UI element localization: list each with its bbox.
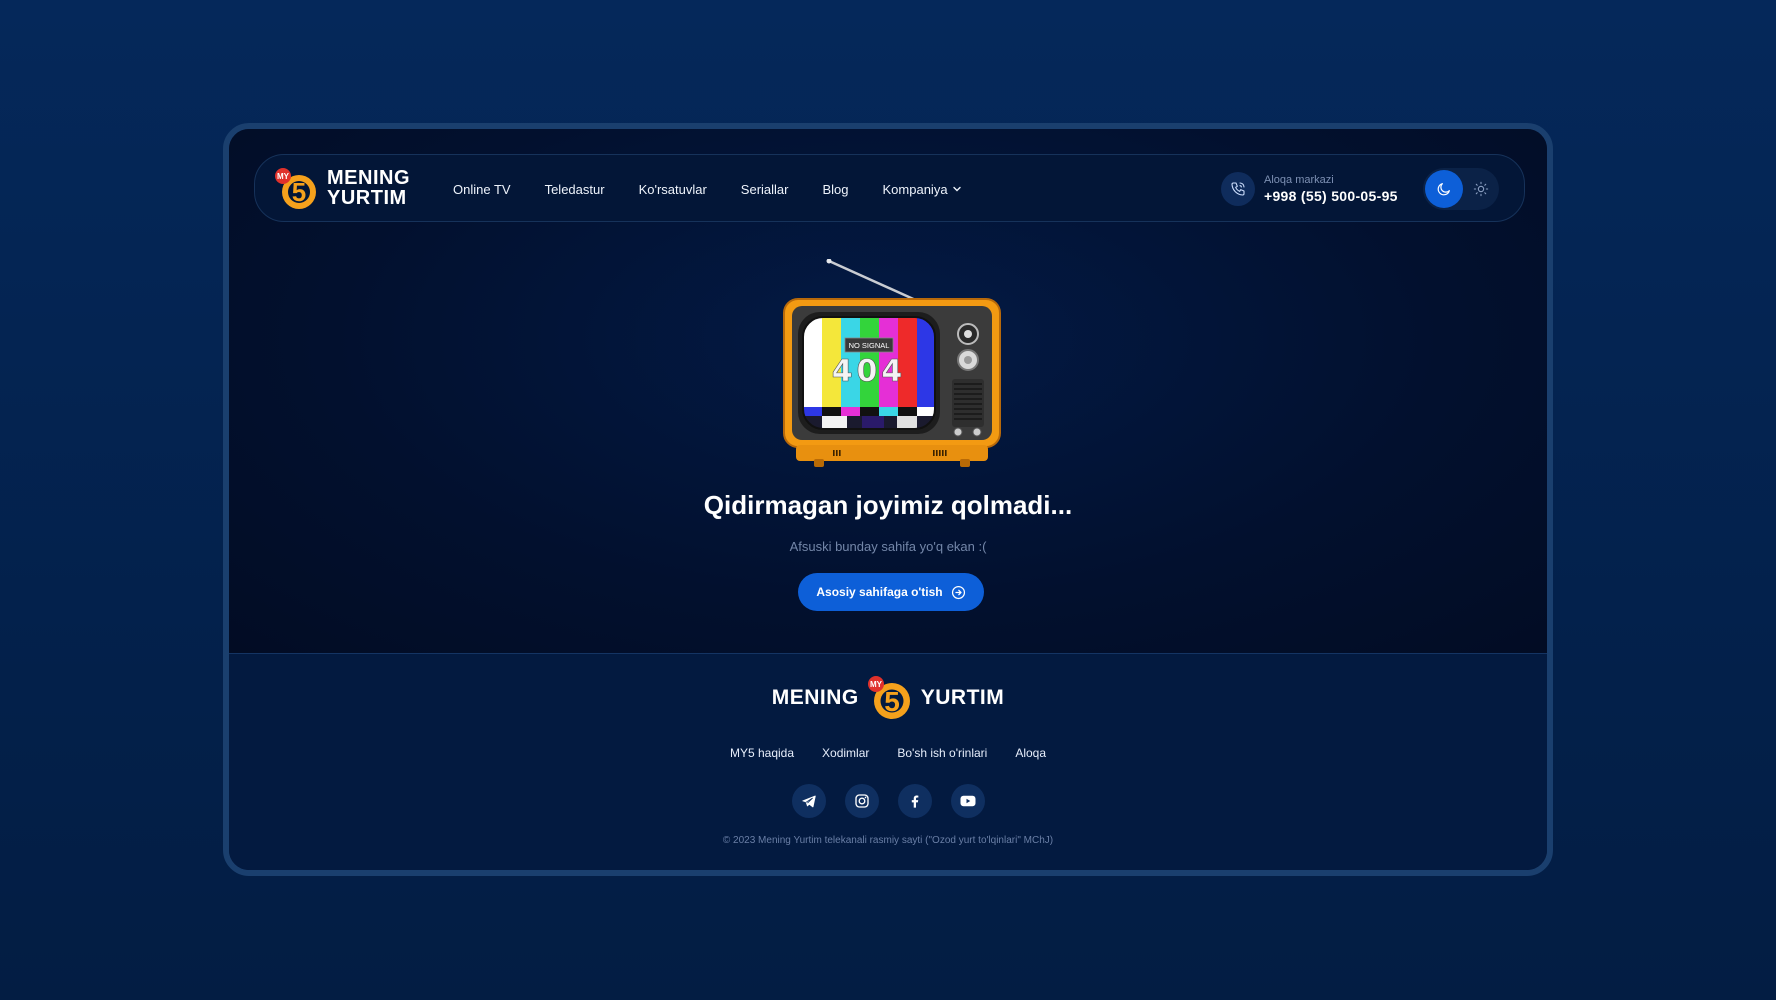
- svg-text:MY: MY: [277, 172, 290, 181]
- error-subtitle: Afsuski bunday sahifa yo'q ekan :(: [789, 539, 987, 554]
- footer-link-vacancies[interactable]: Bo'sh ish o'rinlari: [897, 746, 987, 760]
- svg-text:NO SIGNAL: NO SIGNAL: [849, 341, 890, 350]
- my5-logo-icon: 5 MY: [275, 168, 316, 209]
- theme-toggle: [1423, 168, 1499, 210]
- nav-item-seriallar[interactable]: Seriallar: [741, 182, 789, 197]
- navbar: 5 MY MENING YURTIM Online TV Teledastur …: [254, 154, 1525, 222]
- nav-item-korsatuvlar[interactable]: Ko'rsatuvlar: [639, 182, 707, 197]
- error-title: Qidirmagan joyimiz qolmadi...: [703, 490, 1073, 520]
- instagram-icon: [854, 794, 869, 808]
- youtube-icon: [960, 795, 975, 807]
- footer-logo-left: MENING: [771, 686, 859, 709]
- telegram-icon: [801, 795, 816, 808]
- nav-item-teledastur[interactable]: Teledastur: [545, 182, 605, 197]
- facebook-icon: [911, 795, 918, 808]
- main-area: 5 MY MENING YURTIM Online TV Teledastur …: [229, 129, 1547, 653]
- footer-link-staff[interactable]: Xodimlar: [822, 746, 869, 760]
- main-nav: Online TV Teledastur Ko'rsatuvlar Serial…: [453, 155, 961, 223]
- go-home-button[interactable]: Asosiy sahifaga o'tish: [798, 573, 984, 611]
- logo-line-2: YURTIM: [327, 187, 407, 209]
- nav-item-online-tv[interactable]: Online TV: [453, 182, 511, 197]
- my5-logo-icon: 5 MY: [867, 676, 910, 719]
- instagram-button[interactable]: [844, 784, 879, 818]
- copyright: © 2023 Mening Yurtim telekanali rasmiy s…: [722, 835, 1054, 846]
- arrow-right-circle-icon: [951, 585, 965, 599]
- svg-text:5: 5: [292, 177, 306, 207]
- dark-mode-button[interactable]: [1425, 170, 1463, 208]
- browser-frame: 5 MY MENING YURTIM Online TV Teledastur …: [223, 123, 1553, 876]
- logo-wordmark: MENING YURTIM: [327, 168, 410, 208]
- nav-item-kompaniya-dropdown[interactable]: Kompaniya: [883, 182, 961, 197]
- nav-item-blog[interactable]: Blog: [822, 182, 848, 197]
- sun-icon: [1473, 181, 1489, 197]
- telegram-button[interactable]: [791, 784, 826, 818]
- footer-links: MY5 haqida Xodimlar Bo'sh ish o'rinlari …: [229, 746, 1547, 760]
- contact-phone[interactable]: +998 (55) 500-05-95: [1264, 187, 1398, 205]
- footer: MENING 5 MY YURTIM MY5 haqida Xodimlar B…: [229, 653, 1547, 870]
- svg-text:MY: MY: [870, 680, 883, 689]
- light-mode-button[interactable]: [1464, 170, 1498, 208]
- footer-link-contact[interactable]: Aloqa: [1015, 746, 1046, 760]
- phone-icon: [1221, 172, 1255, 206]
- svg-text:404: 404: [832, 354, 907, 389]
- facebook-button[interactable]: [897, 784, 932, 818]
- tv-404-illustration: NO SIGNAL 404: [783, 259, 1001, 467]
- moon-icon: [1437, 183, 1450, 196]
- nav-item-kompaniya-label: Kompaniya: [882, 181, 948, 197]
- youtube-button[interactable]: [950, 784, 985, 818]
- svg-text:5: 5: [884, 686, 900, 717]
- contact-text: Aloqa markazi +998 (55) 500-05-95: [1264, 174, 1398, 205]
- chevron-down-icon: [952, 186, 961, 192]
- footer-link-about[interactable]: MY5 haqida: [730, 746, 794, 760]
- contact-label: Aloqa markazi: [1264, 173, 1334, 186]
- footer-logo[interactable]: MENING 5 MY YURTIM: [229, 672, 1547, 724]
- footer-logo-right: YURTIM: [920, 686, 1005, 709]
- contact-center[interactable]: Aloqa markazi +998 (55) 500-05-95: [1221, 171, 1398, 207]
- social-links: [229, 784, 1547, 818]
- logo-line-1: MENING: [327, 167, 410, 189]
- go-home-label: Asosiy sahifaga o'tish: [816, 585, 943, 599]
- header-logo[interactable]: 5 MY MENING YURTIM: [275, 165, 415, 213]
